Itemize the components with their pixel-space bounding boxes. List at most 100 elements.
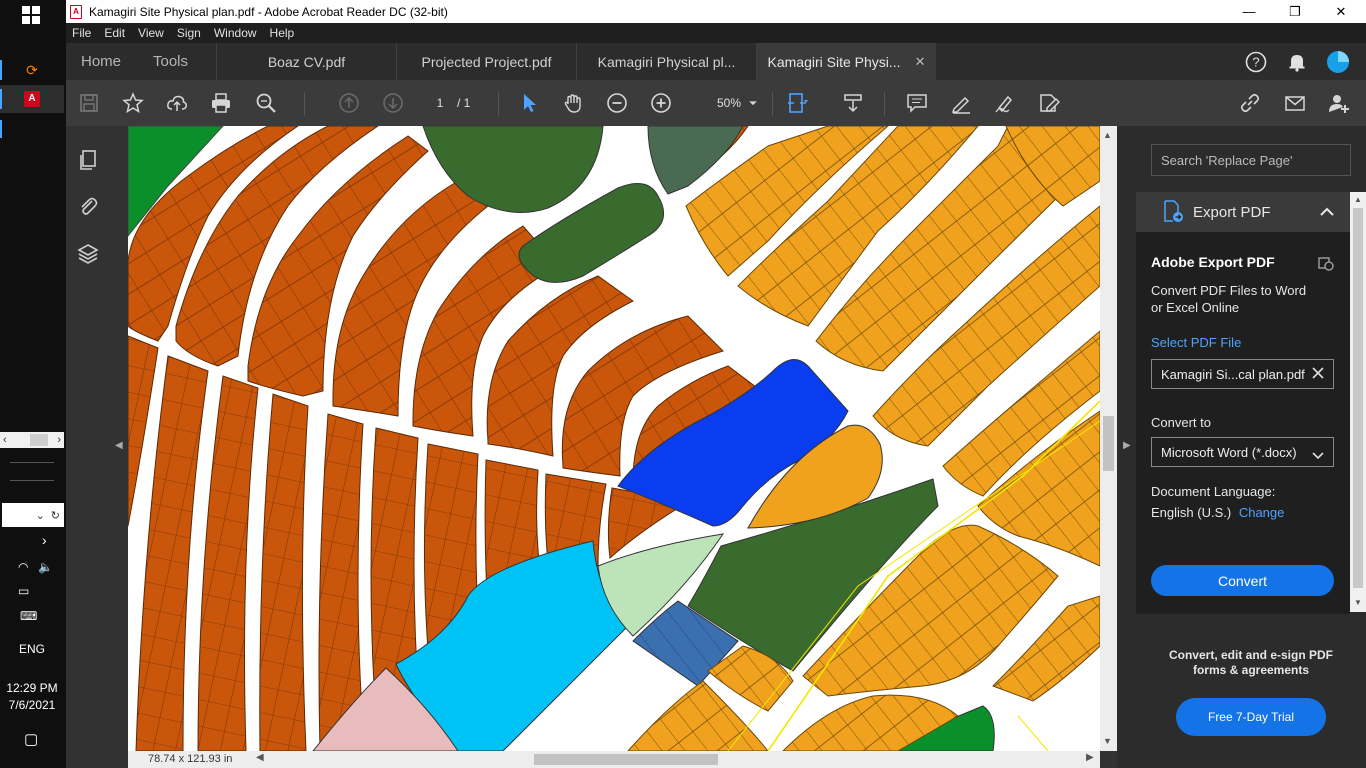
acrobat-app-icon: A (70, 4, 82, 19)
restore-button[interactable]: ❐ (1272, 0, 1318, 23)
convert-to-label: Convert to (1151, 415, 1211, 430)
upload-cloud-icon[interactable] (164, 90, 190, 116)
menu-edit[interactable]: Edit (104, 26, 125, 40)
previous-page-icon[interactable] (336, 90, 362, 116)
account-avatar-icon[interactable] (1326, 50, 1350, 74)
tools-search-placeholder: Search 'Replace Page' (1161, 152, 1293, 168)
horizontal-scroll-thumb[interactable] (534, 754, 718, 765)
convert-format-select[interactable]: Microsoft Word (*.docx) (1151, 437, 1334, 467)
select-pdf-file-link[interactable]: Select PDF File (1151, 335, 1241, 350)
language-indicator[interactable]: ENG (0, 642, 64, 656)
help-icon[interactable]: ? (1244, 50, 1268, 74)
taskbar-scroll-control[interactable]: ‹ › (0, 432, 64, 448)
scroll-right-arrow-icon[interactable]: ▶ (1086, 752, 1094, 763)
document-view[interactable] (128, 126, 1100, 751)
windows-taskbar: ⟳ A ‹ › ⌄ ↻ › ◠ 🔈 ▭ ⌨ ENG 12:29 PM 7/6/2… (0, 0, 66, 768)
taskbar-app-acrobat[interactable]: A (0, 85, 64, 113)
email-icon[interactable] (1282, 90, 1308, 116)
scroll-up-arrow-icon[interactable]: ▲ (1354, 195, 1362, 204)
show-hidden-icons-chevron-icon[interactable]: › (42, 532, 47, 548)
battery-icon[interactable]: ▭ (18, 584, 29, 598)
zoom-out-icon[interactable] (604, 90, 630, 116)
scroll-down-arrow-icon[interactable]: ▼ (1103, 736, 1112, 746)
menu-help[interactable]: Help (270, 26, 295, 40)
scroll-right-icon[interactable]: › (57, 434, 61, 446)
zoom-dropdown-chevron-icon[interactable] (743, 90, 763, 116)
share-link-icon[interactable] (1237, 90, 1263, 116)
tab-home[interactable]: Home (81, 43, 121, 80)
clock[interactable]: 12:29 PM 7/6/2021 (0, 680, 64, 714)
save-icon[interactable] (76, 90, 102, 116)
document-tab-active[interactable]: Kamagiri Site Physi... ✕ (756, 43, 936, 80)
stamp-edit-icon[interactable] (1036, 90, 1062, 116)
page-thumbnails-icon[interactable] (76, 148, 100, 172)
highlight-pen-icon[interactable] (948, 90, 974, 116)
find-search-icon[interactable] (253, 90, 279, 116)
add-user-icon[interactable] (1326, 90, 1352, 116)
scroll-down-arrow-icon[interactable]: ▼ (1354, 598, 1362, 607)
export-settings-icon[interactable] (1317, 254, 1335, 275)
document-vertical-scrollbar[interactable]: ▲ ▼ (1100, 126, 1117, 751)
clock-time: 12:29 PM (6, 681, 58, 695)
close-tab-icon[interactable]: ✕ (915, 54, 926, 70)
chevron-up-icon[interactable] (1320, 204, 1334, 220)
scroll-up-arrow-icon[interactable]: ▲ (1103, 130, 1112, 140)
svg-text:?: ? (1252, 55, 1259, 70)
document-tab[interactable]: Projected Project.pdf (396, 43, 576, 80)
print-icon[interactable] (208, 90, 234, 116)
next-page-icon[interactable] (380, 90, 406, 116)
scroll-left-arrow-icon[interactable]: ◀ (256, 752, 264, 763)
change-language-link[interactable]: Change (1239, 505, 1285, 520)
site-plan-drawing (128, 126, 1100, 751)
menu-file[interactable]: File (72, 26, 91, 40)
document-tab[interactable]: Boaz CV.pdf (216, 43, 396, 80)
wifi-icon[interactable]: ◠ (18, 560, 28, 574)
notifications-bell-icon[interactable] (1285, 50, 1309, 74)
zoom-in-icon[interactable] (648, 90, 674, 116)
keyboard-icon[interactable]: ⌨ (20, 609, 37, 623)
scroll-mode-icon[interactable] (840, 90, 866, 116)
document-status-bar: 78.74 x 121.93 in ◀ ▶ (128, 751, 1100, 768)
windows-start-icon[interactable] (22, 6, 40, 24)
free-trial-button[interactable]: Free 7-Day Trial (1176, 698, 1326, 736)
left-pane-toggle[interactable]: ◀ (110, 126, 128, 768)
close-window-button[interactable]: ✕ (1318, 0, 1364, 23)
export-pdf-title: Export PDF (1193, 203, 1271, 221)
right-pane-scrollbar[interactable]: ▲ ▼ (1350, 192, 1366, 612)
selected-file-field[interactable]: Kamagiri Si...cal plan.pdf (1151, 359, 1334, 389)
convert-button[interactable]: Convert (1151, 565, 1334, 596)
taskbar-app-1[interactable]: ⟳ (0, 56, 64, 84)
tools-search-input[interactable]: Search 'Replace Page' (1151, 144, 1351, 176)
collapse-left-icon: ◀ (115, 440, 123, 451)
draw-sign-icon[interactable] (992, 90, 1018, 116)
layers-icon[interactable] (76, 242, 100, 266)
menu-window[interactable]: Window (214, 26, 257, 40)
scroll-left-icon[interactable]: ‹ (3, 434, 7, 446)
bookmark-star-icon[interactable] (120, 90, 146, 116)
right-pane-toggle[interactable]: ▶ (1117, 126, 1136, 768)
fit-page-icon[interactable] (784, 90, 810, 116)
document-tab[interactable]: Kamagiri Physical pl... (576, 43, 756, 80)
page-number-input[interactable]: 1 (424, 92, 456, 114)
hand-pan-icon[interactable] (560, 90, 586, 116)
tab-tools[interactable]: Tools (153, 43, 188, 80)
right-tools-pane: Search 'Replace Page' Export PDF Adobe E… (1136, 126, 1366, 768)
clear-file-icon[interactable] (1311, 366, 1325, 383)
attachments-paperclip-icon[interactable] (76, 194, 100, 218)
select-cursor-icon[interactable] (516, 90, 542, 116)
taskbar-app-3[interactable] (0, 118, 64, 140)
taskbar-dropdown[interactable]: ⌄ ↻ (2, 503, 64, 527)
left-navigation-pane (66, 126, 110, 768)
comment-icon[interactable] (904, 90, 930, 116)
menu-view[interactable]: View (138, 26, 164, 40)
right-pane-scroll-thumb[interactable] (1353, 208, 1363, 588)
volume-icon[interactable]: 🔈 (38, 560, 53, 574)
export-description: Convert PDF Files to Word or Excel Onlin… (1151, 283, 1307, 315)
notification-icon[interactable]: ▢ (24, 730, 38, 748)
refresh-icon[interactable]: ↻ (51, 509, 60, 522)
vertical-scroll-thumb[interactable] (1103, 416, 1114, 471)
menu-sign[interactable]: Sign (177, 26, 201, 40)
minimize-button[interactable]: — (1226, 0, 1272, 23)
document-tab-label: Kamagiri Physical pl... (597, 53, 736, 70)
export-pdf-header[interactable]: Export PDF (1136, 192, 1350, 232)
